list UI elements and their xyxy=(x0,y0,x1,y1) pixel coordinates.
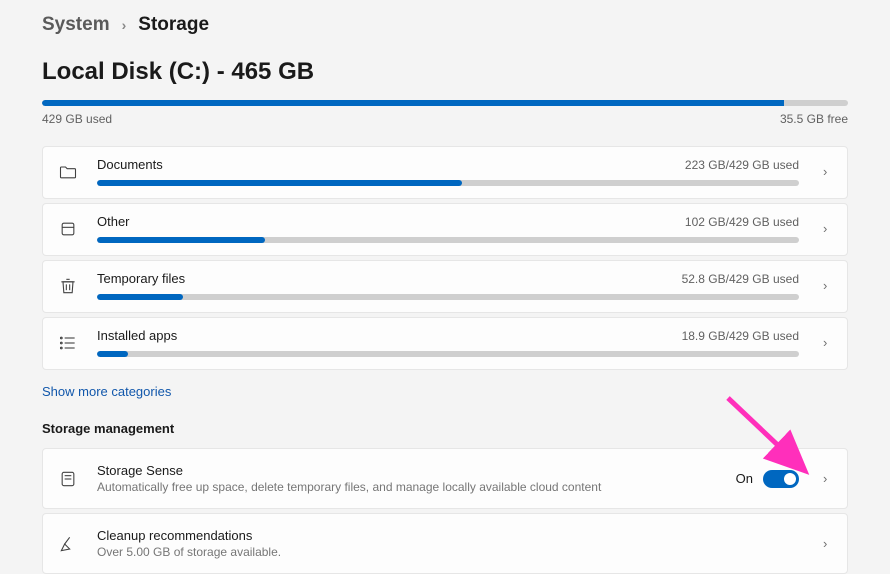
folder-icon xyxy=(57,161,79,183)
storage-category-row[interactable]: Documents 223 GB/429 GB used › xyxy=(42,146,848,199)
category-name: Installed apps xyxy=(97,328,177,343)
storage-sense-state-label: On xyxy=(736,471,753,486)
breadcrumb-current: Storage xyxy=(138,14,209,36)
disk-used-label: 429 GB used xyxy=(42,112,112,126)
chevron-right-icon: › xyxy=(817,335,833,350)
box-icon xyxy=(57,218,79,240)
category-bar xyxy=(97,351,799,357)
list-icon xyxy=(57,332,79,354)
chevron-right-icon: › xyxy=(817,278,833,293)
broom-icon xyxy=(57,533,79,555)
disk-title: Local Disk (C:) - 465 GB xyxy=(42,58,848,86)
category-name: Documents xyxy=(97,157,163,172)
storage-sense-row[interactable]: Storage Sense Automatically free up spac… xyxy=(42,448,848,509)
chevron-right-icon: › xyxy=(817,471,833,486)
category-bar xyxy=(97,237,799,243)
storage-category-row[interactable]: Installed apps 18.9 GB/429 GB used › xyxy=(42,317,848,370)
show-more-categories-link[interactable]: Show more categories xyxy=(42,384,171,399)
storage-category-row[interactable]: Temporary files 52.8 GB/429 GB used › xyxy=(42,260,848,313)
category-name: Other xyxy=(97,214,130,229)
chevron-right-icon: › xyxy=(817,164,833,179)
category-bar xyxy=(97,294,799,300)
storage-sense-subtitle: Automatically free up space, delete temp… xyxy=(97,480,718,494)
storage-sense-title: Storage Sense xyxy=(97,463,718,478)
category-usage: 223 GB/429 GB used xyxy=(685,158,799,172)
chevron-right-icon: › xyxy=(122,17,127,33)
chevron-right-icon: › xyxy=(817,221,833,236)
category-usage: 102 GB/429 GB used xyxy=(685,215,799,229)
cleanup-title: Cleanup recommendations xyxy=(97,528,799,543)
category-usage: 52.8 GB/429 GB used xyxy=(682,272,799,286)
storage-management-heading: Storage management xyxy=(42,421,848,436)
storage-sense-icon xyxy=(57,468,79,490)
breadcrumb: System › Storage xyxy=(42,14,848,36)
disk-usage-fill xyxy=(42,100,784,106)
cleanup-subtitle: Over 5.00 GB of storage available. xyxy=(97,545,799,559)
chevron-right-icon: › xyxy=(817,536,833,551)
breadcrumb-parent[interactable]: System xyxy=(42,14,110,36)
disk-free-label: 35.5 GB free xyxy=(780,112,848,126)
trash-icon xyxy=(57,275,79,297)
category-usage: 18.9 GB/429 GB used xyxy=(682,329,799,343)
storage-category-row[interactable]: Other 102 GB/429 GB used › xyxy=(42,203,848,256)
disk-usage-bar xyxy=(42,100,848,106)
category-name: Temporary files xyxy=(97,271,185,286)
category-bar xyxy=(97,180,799,186)
storage-sense-toggle[interactable] xyxy=(763,470,799,488)
cleanup-recommendations-row[interactable]: Cleanup recommendations Over 5.00 GB of … xyxy=(42,513,848,574)
